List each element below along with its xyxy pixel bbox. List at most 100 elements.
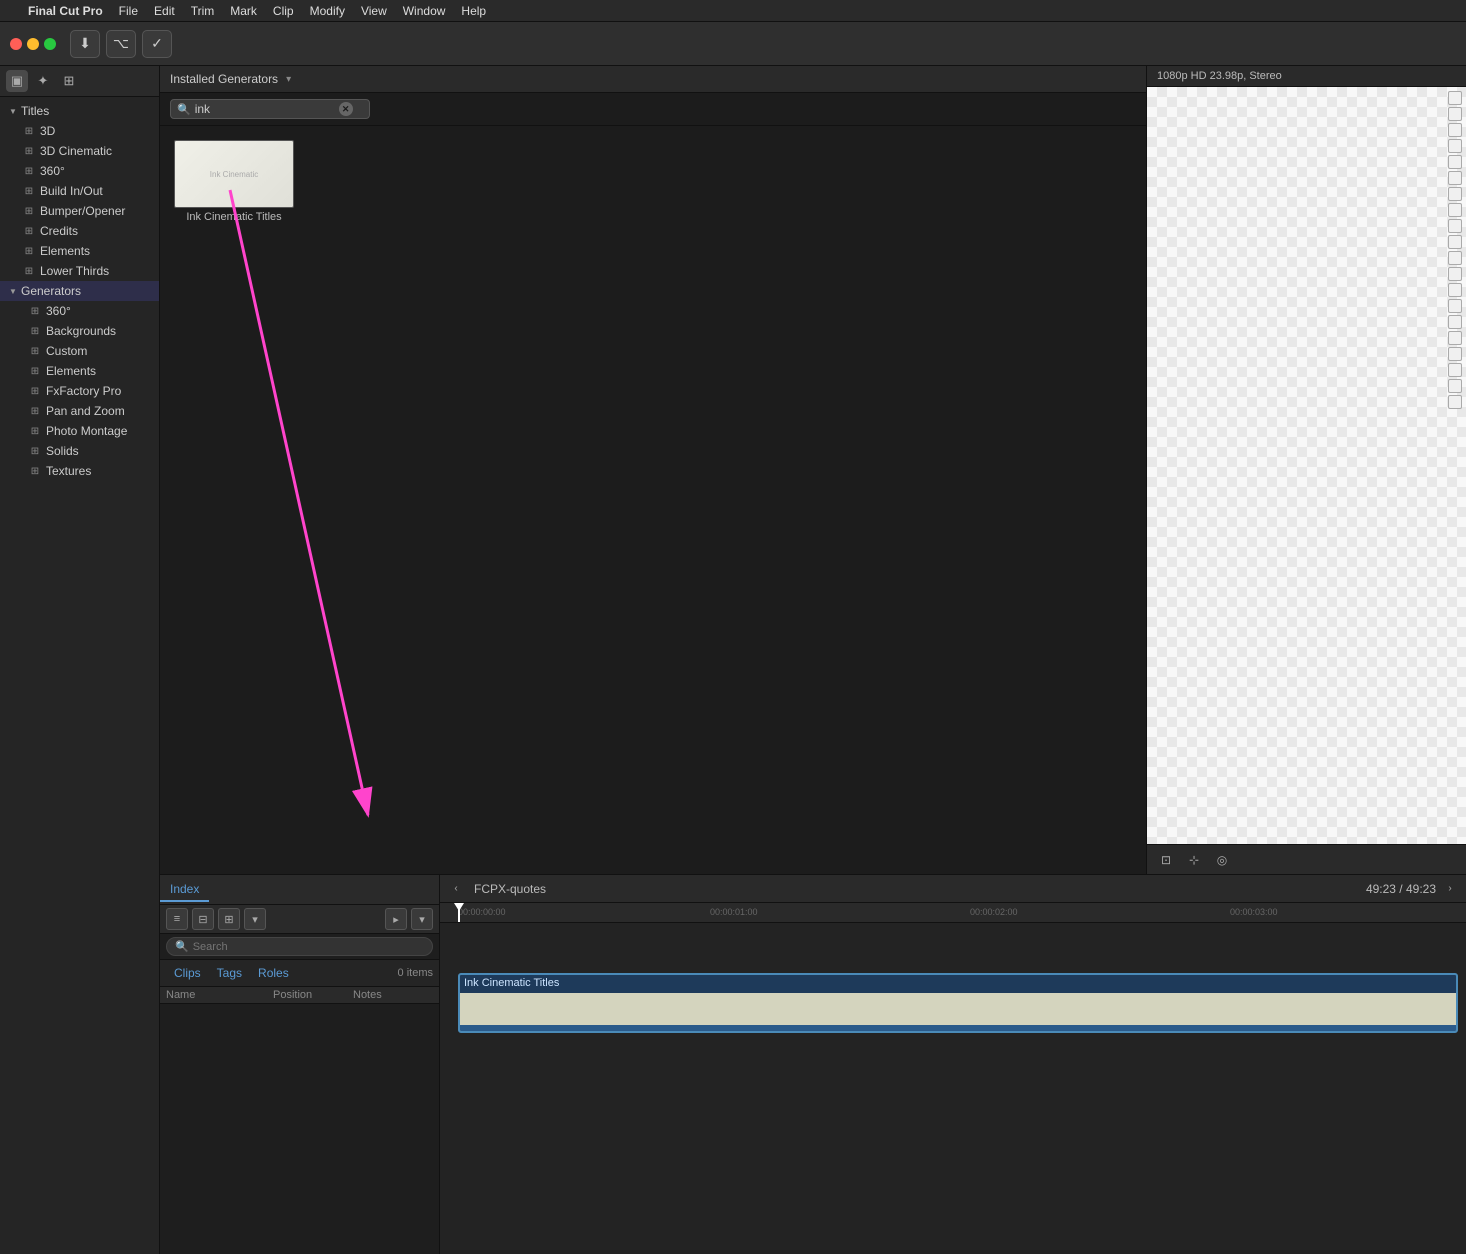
download-button[interactable]: ⬇: [70, 30, 100, 58]
playhead[interactable]: [458, 903, 460, 922]
clips-tab[interactable]: Clips: [166, 964, 209, 982]
sidebar-item-360[interactable]: ⊞ 360°: [0, 161, 159, 181]
menu-modify[interactable]: Modify: [310, 4, 345, 18]
preview-checkbox-11[interactable]: [1448, 251, 1462, 265]
media-item-ink[interactable]: Ink Cinematic Ink Cinematic Titles: [174, 140, 294, 223]
menu-mark[interactable]: Mark: [230, 4, 257, 18]
roles-tab[interactable]: Roles: [250, 964, 297, 982]
grid-icon: ⊞: [28, 384, 42, 398]
index-filter-button[interactable]: ⊞: [218, 908, 240, 930]
index-cursor-button[interactable]: ▸: [385, 908, 407, 930]
timeline-prev-button[interactable]: ‹: [448, 881, 464, 897]
generator-header: Installed Generators ▾: [160, 66, 1146, 93]
index-tab-index[interactable]: Index: [160, 878, 209, 902]
thumbnail-inner: Ink Cinematic: [175, 141, 293, 207]
close-window-button[interactable]: [10, 38, 22, 50]
preview-checkbox-12[interactable]: [1448, 267, 1462, 281]
preview-checkbox-5[interactable]: [1448, 155, 1462, 169]
index-group-button[interactable]: ⊟: [192, 908, 214, 930]
sidebar-item-gen-custom[interactable]: ⊞ Custom: [0, 341, 159, 361]
preview-audio-button[interactable]: ◎: [1211, 849, 1233, 871]
menu-view[interactable]: View: [361, 4, 387, 18]
sidebar-tabs: ▣ ✦ ⊞: [0, 66, 159, 97]
preview-checkbox-1[interactable]: [1448, 91, 1462, 105]
sidebar-section-generators[interactable]: ▼ Generators: [0, 281, 159, 301]
app-name[interactable]: Final Cut Pro: [28, 4, 103, 18]
timeline-next-button[interactable]: ›: [1442, 881, 1458, 897]
search-input[interactable]: [195, 102, 335, 116]
preview-checkbox-3[interactable]: [1448, 123, 1462, 137]
sidebar-tab-media[interactable]: ▣: [6, 70, 28, 92]
sidebar-item-3d[interactable]: ⊞ 3D: [0, 121, 159, 141]
index-dropdown-button[interactable]: ▾: [244, 908, 266, 930]
menu-edit[interactable]: Edit: [154, 4, 175, 18]
menu-file[interactable]: File: [119, 4, 138, 18]
preview-checkbox-19[interactable]: [1448, 379, 1462, 393]
ruler-mark-0: 00:00:00:00: [458, 907, 506, 917]
sidebar-item-3d-cinematic[interactable]: ⊞ 3D Cinematic: [0, 141, 159, 161]
sidebar-item-gen-textures[interactable]: ⊞ Textures: [0, 461, 159, 481]
check-button[interactable]: ✓: [142, 30, 172, 58]
menu-clip[interactable]: Clip: [273, 4, 294, 18]
preview-checkbox-18[interactable]: [1448, 363, 1462, 377]
grid-icon: ⊞: [28, 304, 42, 318]
grid-icon: ⊞: [28, 364, 42, 378]
preview-checkbox-6[interactable]: [1448, 171, 1462, 185]
preview-fit-button[interactable]: ⊡: [1155, 849, 1177, 871]
menu-window[interactable]: Window: [403, 4, 446, 18]
preview-resolution: 1080p HD 23.98p, Stereo: [1147, 66, 1466, 87]
titles-triangle-icon: ▼: [8, 106, 18, 116]
sidebar: ▣ ✦ ⊞ ▼ Titles ⊞ 3D ⊞ 3D Cinematic ⊞ 360…: [0, 66, 160, 1254]
fullscreen-window-button[interactable]: [44, 38, 56, 50]
preview-checkbox-17[interactable]: [1448, 347, 1462, 361]
sidebar-section-titles[interactable]: ▼ Titles: [0, 101, 159, 121]
preview-checkbox-9[interactable]: [1448, 219, 1462, 233]
sidebar-item-gen-pan-zoom[interactable]: ⊞ Pan and Zoom: [0, 401, 159, 421]
timeline-tracks: Ink Cinematic Titles: [440, 923, 1466, 1254]
main-layout: ▣ ✦ ⊞ ▼ Titles ⊞ 3D ⊞ 3D Cinematic ⊞ 360…: [0, 66, 1466, 1254]
preview-transform-button[interactable]: ⊹: [1183, 849, 1205, 871]
preview-checkbox-7[interactable]: [1448, 187, 1462, 201]
index-toolbar: ≡ ⊟ ⊞ ▾ ▸ ▾: [160, 905, 439, 934]
sidebar-item-build-inout[interactable]: ⊞ Build In/Out: [0, 181, 159, 201]
minimize-window-button[interactable]: [27, 38, 39, 50]
sidebar-item-bumper[interactable]: ⊞ Bumper/Opener: [0, 201, 159, 221]
preview-checkbox-13[interactable]: [1448, 283, 1462, 297]
index-select-button[interactable]: ▾: [411, 908, 433, 930]
grid-icon: ⊞: [22, 144, 36, 158]
index-search-input[interactable]: [193, 941, 424, 953]
search-clear-button[interactable]: ✕: [339, 102, 353, 116]
sidebar-item-gen-elements[interactable]: ⊞ Elements: [0, 361, 159, 381]
preview-checkbox-2[interactable]: [1448, 107, 1462, 121]
sidebar-item-gen-solids[interactable]: ⊞ Solids: [0, 441, 159, 461]
preview-checkbox-4[interactable]: [1448, 139, 1462, 153]
dropdown-arrow-icon[interactable]: ▾: [286, 74, 291, 85]
grid-icon: ⊞: [28, 404, 42, 418]
sidebar-item-elements[interactable]: ⊞ Elements: [0, 241, 159, 261]
timeline-clip[interactable]: Ink Cinematic Titles: [458, 973, 1458, 1033]
index-list-view-button[interactable]: ≡: [166, 908, 188, 930]
sidebar-tab-transitions[interactable]: ⊞: [58, 70, 80, 92]
search-icon: 🔍: [177, 103, 191, 116]
media-item-label: Ink Cinematic Titles: [186, 211, 281, 223]
sidebar-item-gen-backgrounds[interactable]: ⊞ Backgrounds: [0, 321, 159, 341]
sidebar-item-credits[interactable]: ⊞ Credits: [0, 221, 159, 241]
grid-icon: ⊞: [22, 264, 36, 278]
sidebar-item-lower-thirds[interactable]: ⊞ Lower Thirds: [0, 261, 159, 281]
ruler-mark-3: 00:00:03:00: [1230, 907, 1278, 917]
sidebar-item-gen-fxfactory[interactable]: ⊞ FxFactory Pro: [0, 381, 159, 401]
preview-checkbox-8[interactable]: [1448, 203, 1462, 217]
key-button[interactable]: ⌥: [106, 30, 136, 58]
menu-trim[interactable]: Trim: [191, 4, 215, 18]
titles-label: Titles: [21, 104, 49, 118]
sidebar-item-gen-photo-montage[interactable]: ⊞ Photo Montage: [0, 421, 159, 441]
preview-checkbox-10[interactable]: [1448, 235, 1462, 249]
sidebar-item-gen-360[interactable]: ⊞ 360°: [0, 301, 159, 321]
menu-help[interactable]: Help: [461, 4, 486, 18]
preview-checkbox-20[interactable]: [1448, 395, 1462, 409]
preview-checkbox-16[interactable]: [1448, 331, 1462, 345]
tags-tab[interactable]: Tags: [209, 964, 250, 982]
preview-checkbox-14[interactable]: [1448, 299, 1462, 313]
preview-checkbox-15[interactable]: [1448, 315, 1462, 329]
sidebar-tab-effects[interactable]: ✦: [32, 70, 54, 92]
